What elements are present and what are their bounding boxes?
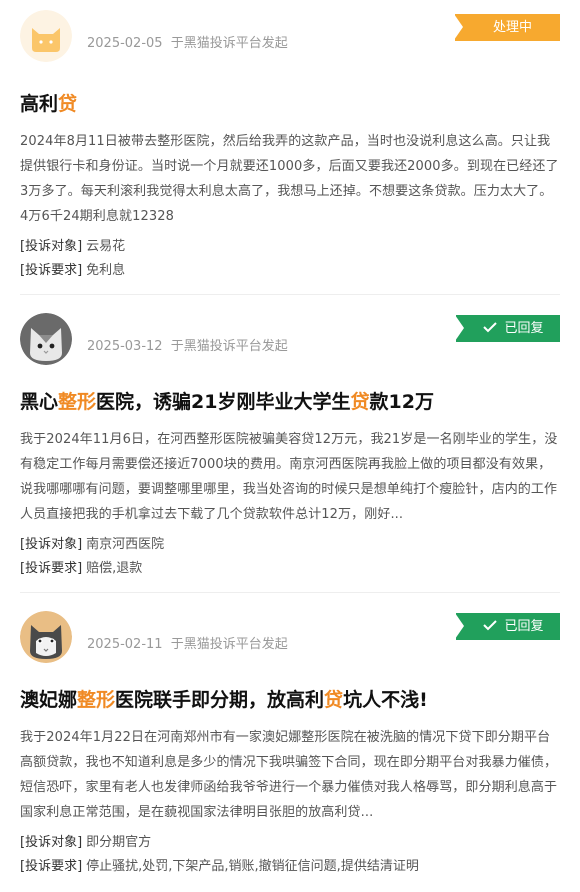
complaint-feed: 2025-02-05 于黑猫投诉平台发起 处理中 高利贷 2024年8月11日被… bbox=[0, 0, 580, 892]
demand-label: [投诉要求] bbox=[20, 561, 83, 576]
status-label: 已回复 bbox=[504, 619, 544, 634]
target-value: 即分期官方 bbox=[86, 835, 152, 850]
card-header: 2025-02-05 于黑猫投诉平台发起 处理中 bbox=[20, 0, 560, 62]
card-date: 2025-03-12 bbox=[87, 339, 163, 354]
cat-avatar-icon[interactable] bbox=[20, 611, 72, 663]
status-badge: 已回复 bbox=[455, 613, 560, 640]
target-row: [投诉对象] 云易花 bbox=[20, 235, 560, 259]
demand-row: [投诉要求] 停止骚扰,处罚,下架产品,销账,撤销征信问题,提供结清证明 bbox=[20, 855, 560, 879]
target-label: [投诉对象] bbox=[20, 835, 83, 850]
title-part: 高利 bbox=[20, 93, 59, 115]
status-badge: 处理中 bbox=[454, 14, 560, 41]
title-keyword: 贷 bbox=[58, 93, 78, 115]
title-keyword: 整形 bbox=[77, 689, 116, 711]
demand-label: [投诉要求] bbox=[20, 859, 83, 874]
platform-text: 于黑猫投诉平台发起 bbox=[170, 637, 288, 652]
title-keyword: 整形 bbox=[58, 391, 97, 413]
title-keyword: 贷 bbox=[350, 391, 370, 413]
card-meta: 2025-02-05 于黑猫投诉平台发起 bbox=[87, 32, 288, 51]
complaint-description: 我于2024年1月22日在河南郑州市有一家澳妃娜整形医院在被洗脑的情况下贷下即分… bbox=[20, 730, 558, 820]
target-value: 南京河西医院 bbox=[86, 537, 165, 552]
check-icon bbox=[483, 620, 498, 631]
complaint-fields: [投诉对象] 南京河西医院 [投诉要求] 赔偿,退款 bbox=[20, 533, 560, 581]
demand-value: 赔偿,退款 bbox=[86, 561, 143, 576]
cat-avatar-icon[interactable] bbox=[20, 313, 72, 365]
complaint-title[interactable]: 黑心整形医院，诱骗21岁刚毕业大学生贷款12万 bbox=[20, 363, 560, 415]
complaint-fields: [投诉对象] 即分期官方 [投诉要求] 停止骚扰,处罚,下架产品,销账,撤销征信问题… bbox=[20, 831, 560, 879]
demand-value: 免利息 bbox=[86, 263, 126, 278]
demand-value: 停止骚扰,处罚,下架产品,销账,撤销征信问题,提供结清证明 bbox=[86, 859, 419, 874]
title-part: 医院联手即分期，放高利 bbox=[115, 689, 325, 711]
complaint-fields: [投诉对象] 云易花 [投诉要求] 免利息 bbox=[20, 235, 560, 283]
title-part: 款12万 bbox=[369, 391, 434, 413]
target-value: 云易花 bbox=[86, 239, 126, 254]
check-icon bbox=[483, 322, 498, 333]
title-part: 坑人不浅! bbox=[343, 689, 428, 711]
title-keyword: 贷 bbox=[324, 689, 344, 711]
complaint-title[interactable]: 高利贷 bbox=[20, 58, 560, 117]
target-row: [投诉对象] 即分期官方 bbox=[20, 831, 560, 855]
complaint-description: 我于2024年11月6日，在河西整形医院被骗美容贷12万元，我21岁是一名刚毕业… bbox=[20, 432, 558, 522]
card-date: 2025-02-05 bbox=[87, 36, 163, 51]
platform-text: 于黑猫投诉平台发起 bbox=[170, 339, 288, 354]
card-date: 2025-02-11 bbox=[87, 637, 163, 652]
card-meta: 2025-02-11 于黑猫投诉平台发起 bbox=[87, 633, 288, 652]
demand-row: [投诉要求] 赔偿,退款 bbox=[20, 557, 560, 581]
status-label: 已回复 bbox=[504, 321, 544, 336]
title-part: 黑心 bbox=[20, 391, 59, 413]
card-header: 2025-02-11 于黑猫投诉平台发起 已回复 bbox=[20, 593, 560, 663]
card-meta: 2025-03-12 于黑猫投诉平台发起 bbox=[87, 335, 288, 354]
demand-label: [投诉要求] bbox=[20, 263, 83, 278]
complaint-card[interactable]: 2025-02-11 于黑猫投诉平台发起 已回复 澳妃娜整形医院联手即分期，放高… bbox=[0, 593, 580, 892]
platform-text: 于黑猫投诉平台发起 bbox=[170, 36, 288, 51]
target-row: [投诉对象] 南京河西医院 bbox=[20, 533, 560, 557]
complaint-card[interactable]: 2025-02-05 于黑猫投诉平台发起 处理中 高利贷 2024年8月11日被… bbox=[0, 0, 580, 295]
complaint-card[interactable]: 2025-03-12 于黑猫投诉平台发起 已回复 黑心整形医院，诱骗21岁刚毕业… bbox=[0, 295, 580, 593]
cat-avatar-icon[interactable] bbox=[20, 10, 72, 62]
status-label: 处理中 bbox=[492, 20, 532, 35]
target-label: [投诉对象] bbox=[20, 537, 83, 552]
complaint-description: 2024年8月11日被带去整形医院，然后给我弄的这款产品，当时也没说利息这么高。… bbox=[20, 134, 559, 224]
target-label: [投诉对象] bbox=[20, 239, 83, 254]
title-part: 澳妃娜 bbox=[20, 689, 78, 711]
status-badge: 已回复 bbox=[455, 315, 560, 342]
card-header: 2025-03-12 于黑猫投诉平台发起 已回复 bbox=[20, 295, 560, 365]
title-part: 医院，诱骗21岁刚毕业大学生 bbox=[96, 391, 351, 413]
demand-row: [投诉要求] 免利息 bbox=[20, 259, 560, 283]
complaint-title[interactable]: 澳妃娜整形医院联手即分期，放高利贷坑人不浅! bbox=[20, 661, 560, 713]
